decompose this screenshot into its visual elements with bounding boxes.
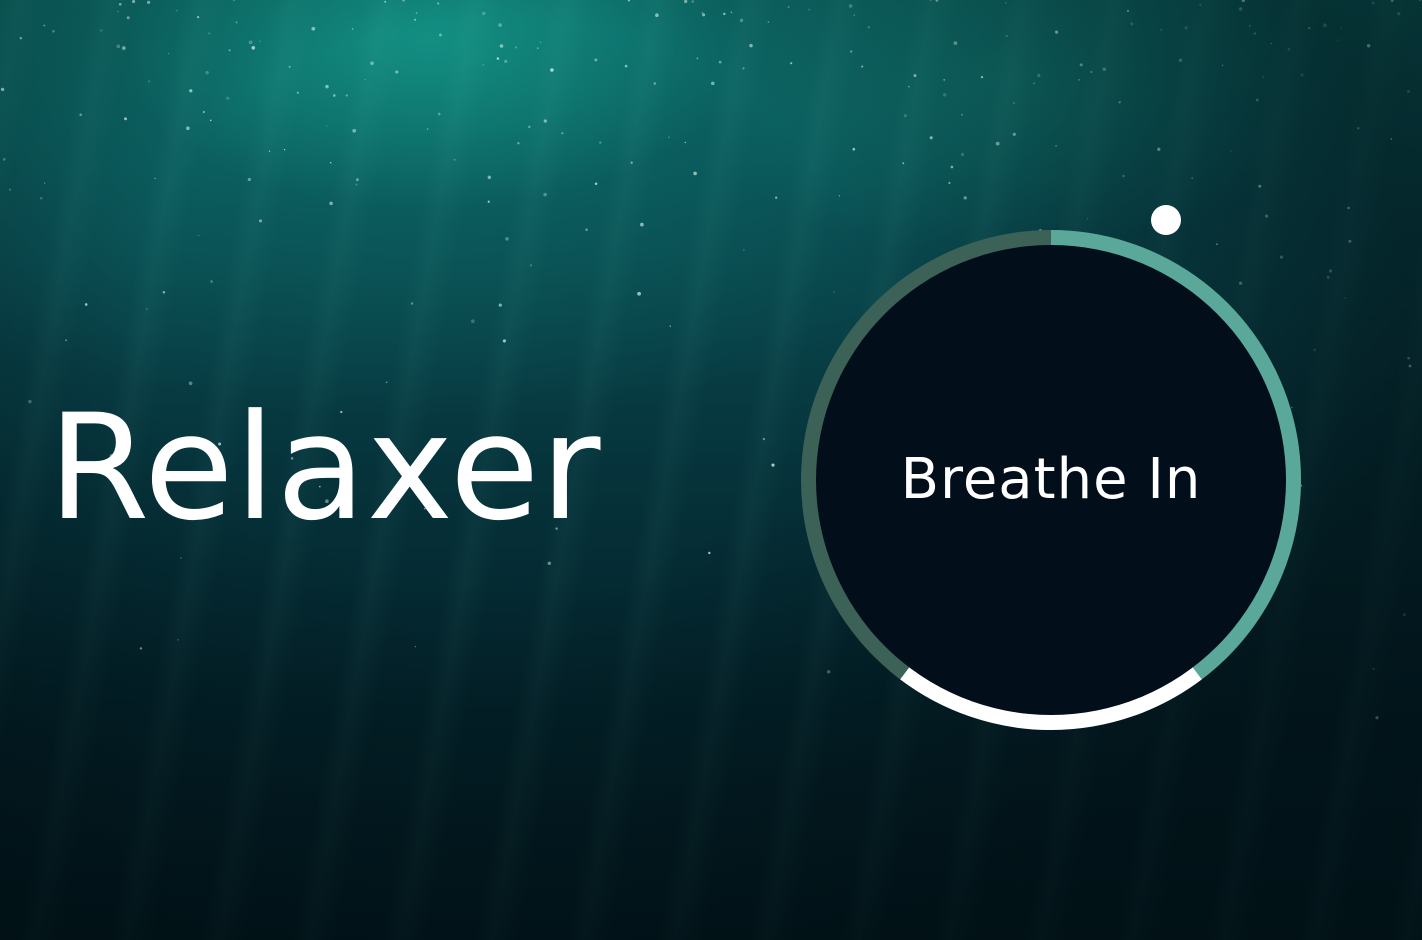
breath-circle: Breathe In — [816, 245, 1286, 715]
pointer-dot-icon — [1151, 205, 1181, 235]
breathing-widget: Breathe In — [790, 190, 1320, 750]
breath-instruction: Breathe In — [900, 446, 1202, 512]
app-title: Relaxer — [48, 383, 602, 553]
